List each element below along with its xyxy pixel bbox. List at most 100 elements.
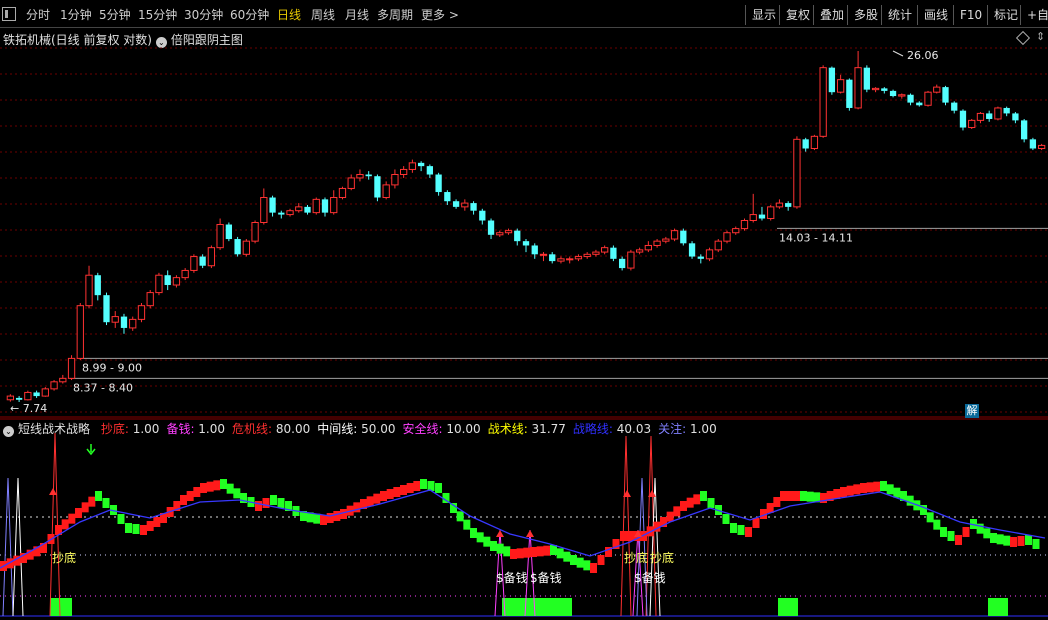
period-tab-0[interactable]: 分时 bbox=[26, 6, 50, 24]
signal-bar bbox=[502, 598, 572, 616]
bear-block bbox=[226, 483, 234, 494]
bull-block bbox=[673, 506, 681, 517]
toolbar-button-0[interactable]: 显示 bbox=[745, 5, 776, 25]
bull-block bbox=[186, 491, 194, 501]
bear-block bbox=[570, 555, 577, 565]
period-tab-9[interactable]: 多周期 bbox=[377, 6, 413, 24]
candle-body bbox=[767, 206, 775, 220]
toolbar-button-6[interactable]: F10 bbox=[953, 5, 982, 25]
candle-body bbox=[452, 201, 460, 207]
bull-block bbox=[686, 497, 694, 508]
candle-body bbox=[129, 318, 137, 329]
period-tab-6[interactable]: 日线 bbox=[277, 6, 301, 24]
bull-block bbox=[366, 496, 374, 507]
toolbar-button-4[interactable]: 统计 bbox=[881, 5, 912, 25]
bull-block bbox=[81, 502, 89, 513]
period-tab-10[interactable]: 更多 > bbox=[421, 6, 459, 24]
candle-body bbox=[15, 397, 23, 400]
panel-toggle-icon[interactable] bbox=[2, 7, 16, 21]
candle-body bbox=[986, 113, 993, 119]
candle-body bbox=[889, 90, 897, 97]
candle-body bbox=[356, 174, 364, 179]
candle-body bbox=[828, 67, 836, 93]
bear-block bbox=[490, 541, 497, 551]
candle-body bbox=[898, 94, 906, 97]
toolbar-button-8[interactable]: +自选 bbox=[1020, 5, 1048, 25]
candlestick-chart[interactable]: 26.06 14.03 - 14.11 8.99 - 9.00 8.37 - 8.40… bbox=[0, 28, 1048, 418]
candle-body bbox=[295, 206, 303, 212]
bull-block bbox=[206, 481, 214, 492]
toolbar-button-3[interactable]: 多股 bbox=[847, 5, 878, 25]
candle-body bbox=[216, 224, 224, 249]
candle-body bbox=[146, 292, 154, 307]
bull-block bbox=[262, 498, 270, 508]
toolbar-button-1[interactable]: 复权 bbox=[779, 5, 810, 25]
candle-body bbox=[714, 240, 722, 251]
candle-body bbox=[461, 202, 469, 208]
toolbar-button-2[interactable]: 叠加 bbox=[813, 5, 844, 25]
period-tab-5[interactable]: 60分钟 bbox=[230, 6, 269, 24]
toolbar-button-5[interactable]: 画线 bbox=[917, 5, 948, 25]
candle-body bbox=[242, 240, 250, 255]
candle-body bbox=[365, 174, 372, 177]
candle-body bbox=[286, 210, 294, 216]
bull-block bbox=[530, 547, 537, 557]
bull-block bbox=[955, 535, 962, 545]
bull-block bbox=[866, 482, 874, 493]
candle-body bbox=[417, 162, 425, 167]
toolbar-button-7[interactable]: 标记 bbox=[987, 5, 1018, 25]
bear-block bbox=[893, 487, 901, 498]
candle-body bbox=[549, 254, 556, 262]
period-tab-1[interactable]: 1分钟 bbox=[60, 6, 92, 24]
candle-body bbox=[514, 230, 521, 242]
bear-block bbox=[476, 532, 484, 543]
high-price-label: 26.06 bbox=[907, 49, 939, 62]
bull-block bbox=[860, 483, 867, 493]
candle-body bbox=[269, 197, 276, 213]
chaodi-label: 抄底 bbox=[624, 550, 648, 565]
candle-body bbox=[610, 247, 617, 259]
bear-block bbox=[470, 528, 477, 538]
bull-block bbox=[75, 508, 82, 518]
bear-block bbox=[463, 519, 471, 530]
bull-block bbox=[326, 513, 334, 523]
period-tab-8[interactable]: 月线 bbox=[345, 6, 369, 24]
zone-label: 8.99 - 9.00 bbox=[82, 361, 142, 374]
bull-block bbox=[413, 481, 421, 491]
period-tab-2[interactable]: 5分钟 bbox=[99, 6, 131, 24]
candle-body bbox=[951, 102, 958, 111]
candle-body bbox=[644, 244, 652, 251]
beiqian-label: $备钱 bbox=[496, 570, 528, 585]
candle-body bbox=[740, 220, 749, 230]
jie-button[interactable]: 解 bbox=[965, 404, 979, 418]
period-tab-7[interactable]: 周线 bbox=[311, 6, 335, 24]
candle-body bbox=[435, 174, 442, 193]
candle-body bbox=[907, 94, 914, 103]
bull-block bbox=[523, 547, 531, 558]
down-arrow-icon bbox=[86, 444, 96, 456]
bull-block bbox=[255, 501, 262, 511]
indicator-chart[interactable]: 抄底 抄底 抄底$备钱 $备钱 $备钱 bbox=[0, 418, 1048, 620]
bull-block bbox=[153, 517, 161, 527]
chaodi-label: 抄底 bbox=[52, 550, 76, 565]
beiqian-label: $备钱 bbox=[634, 570, 666, 585]
period-tab-4[interactable]: 30分钟 bbox=[184, 6, 223, 24]
candle-body bbox=[172, 277, 181, 286]
candle-body bbox=[50, 381, 58, 390]
candle-body bbox=[1029, 139, 1037, 149]
candle-body bbox=[705, 249, 714, 260]
bear-block bbox=[483, 536, 491, 547]
period-tab-3[interactable]: 15分钟 bbox=[138, 6, 177, 24]
candle-body bbox=[24, 391, 32, 401]
bull-block bbox=[666, 511, 674, 522]
bull-block bbox=[88, 496, 96, 507]
bull-block bbox=[373, 493, 381, 504]
bull-block bbox=[786, 491, 794, 501]
candle-body bbox=[863, 67, 870, 90]
candle-body bbox=[164, 275, 171, 286]
bull-block bbox=[1017, 536, 1025, 546]
bull-block bbox=[333, 511, 341, 521]
candle-body bbox=[190, 256, 198, 271]
zone-label: 14.03 - 14.11 bbox=[779, 231, 853, 244]
bear-block bbox=[576, 557, 584, 568]
